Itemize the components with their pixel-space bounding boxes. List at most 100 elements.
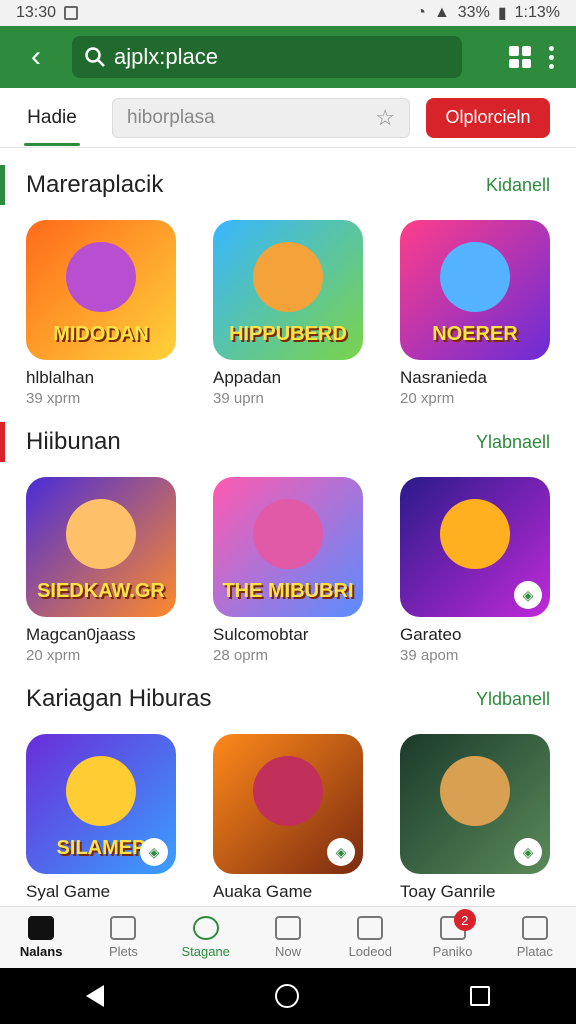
app-card[interactable]: THE MIBUBRI Sulcomobtar 28 oprm <box>213 477 363 664</box>
nav-item-5[interactable]: Paniko 2 <box>411 907 493 968</box>
primary-button[interactable]: Olplorcieln <box>426 97 550 138</box>
app-icon[interactable]: ◈ <box>400 477 550 617</box>
app-meta: 39 xprm <box>26 390 81 407</box>
character-icon <box>66 499 136 569</box>
app-icon[interactable]: SILAMEP ◈ <box>26 734 176 874</box>
nav-label: Paniko <box>432 944 473 959</box>
app-row: SILAMEP◈Syal Game22 sprm◈Auaka Game39 op… <box>26 734 550 921</box>
nav-label: Lodeod <box>348 944 392 959</box>
search-bar[interactable]: ajplx:place <box>72 36 462 78</box>
bottom-nav: Nalans Plets Stagane Now Lodeod Paniko 2 Platac <box>0 906 576 968</box>
verified-badge-icon: ◈ <box>327 838 355 866</box>
star-icon[interactable]: ☆ <box>375 105 395 131</box>
system-recents-icon[interactable] <box>470 986 491 1006</box>
status-right-clock: 1:13% <box>514 4 560 21</box>
section-header: Mareraplacik Kidanell <box>0 150 550 220</box>
app-icon[interactable]: SIEDKAW.GR <box>26 477 176 617</box>
app-meta: 20 xprm <box>400 390 455 407</box>
character-icon <box>440 499 510 569</box>
section-header: Kariagan Hiburas Yldbanell <box>26 664 550 734</box>
section-accent <box>0 422 5 462</box>
app-icon[interactable]: ◈ <box>213 734 363 874</box>
app-icon-title: SIEDKAW.GR <box>37 580 165 602</box>
section-see-all-link[interactable]: Kidanell <box>486 175 550 196</box>
system-back-icon[interactable] <box>85 985 104 1007</box>
notification-icon <box>64 6 79 20</box>
section-title: Mareraplacik <box>26 171 164 198</box>
app-icon-title: MIDODAN <box>53 323 149 345</box>
app-name: Auaka Game <box>213 882 313 901</box>
signal-icon: ▲ <box>433 4 450 21</box>
app-icon[interactable]: NOERER <box>400 220 550 360</box>
section-0: Mareraplacik Kidanell MIDODAN hlblalhan 39 x… <box>0 150 576 407</box>
app-row: MIDODAN hlblalhan 39 xprm HIPPUBERD Appadan 3… <box>26 220 550 407</box>
nav-label: Plets <box>108 944 138 959</box>
nav-label: Platac <box>516 944 553 959</box>
app-card[interactable]: ◈Auaka Game39 oprm <box>213 734 363 921</box>
section-title: Kariagan Hiburas <box>26 685 212 712</box>
verified-badge-icon: ◈ <box>514 838 542 866</box>
app-name: Appadan <box>213 368 282 387</box>
list-icon <box>110 916 137 940</box>
nav-item-4[interactable]: Lodeod <box>329 907 411 968</box>
app-card[interactable]: SIEDKAW.GR Magcan0jaass 20 xprm <box>26 477 176 664</box>
app-icon[interactable]: ◈ <box>400 734 550 874</box>
app-card[interactable]: ◈ Garateo 39 apom <box>400 477 550 664</box>
nav-item-3[interactable]: Now <box>247 907 329 968</box>
app-meta: 20 xprm <box>26 647 81 664</box>
wifi-icon: ◔ <box>416 4 426 21</box>
filter-bar: Hadie hiborplasa ☆ Olplorcieln <box>0 88 576 148</box>
app-card[interactable]: NOERER Nasranieda 20 xprm <box>400 220 550 407</box>
nav-label: Now <box>274 944 301 959</box>
app-card[interactable]: SILAMEP◈Syal Game22 sprm <box>26 734 176 921</box>
app-name: Magcan0jaass <box>26 625 136 644</box>
section-accent <box>0 165 5 205</box>
nav-item-1[interactable]: Plets <box>82 907 164 968</box>
tab-hadie[interactable]: Hadie <box>12 88 92 148</box>
character-icon <box>66 756 136 826</box>
battery-percent: 33% <box>457 4 490 21</box>
section-1: Hiibunan Ylabnaell SIEDKAW.GR Magcan0jaass 2… <box>0 407 576 664</box>
search-text: ajplx:place <box>114 44 218 69</box>
app-row: SIEDKAW.GR Magcan0jaass 20 xprm THE MIBUBRI… <box>26 477 550 664</box>
now-icon <box>274 916 301 940</box>
nav-item-6[interactable]: Platac <box>494 907 576 968</box>
status-bar: 13:30 ◔ ▲ 33% ▮ 1:13% <box>0 0 576 26</box>
section-see-all-link[interactable]: Yldbanell <box>476 689 550 710</box>
app-name: Toay Ganrile <box>400 882 496 901</box>
app-name: Syal Game <box>26 882 111 901</box>
nav-item-0[interactable]: Nalans <box>0 907 82 968</box>
app-name: Nasranieda <box>400 368 487 387</box>
app-card[interactable]: HIPPUBERD Appadan 39 uprn <box>213 220 363 407</box>
character-icon <box>440 242 510 312</box>
back-arrow-icon[interactable]: ‹ <box>12 33 60 81</box>
app-icon[interactable]: HIPPUBERD <box>213 220 363 360</box>
content-list: Mareraplacik Kidanell MIDODAN hlblalhan 39 x… <box>0 150 576 921</box>
user-icon <box>521 916 548 940</box>
bag-icon <box>357 916 384 940</box>
app-icon[interactable]: MIDODAN <box>26 220 176 360</box>
nav-label: Stagane <box>181 944 230 959</box>
filter-input[interactable]: hiborplasa ☆ <box>112 97 410 138</box>
app-bar: ‹ ajplx:place <box>0 26 576 88</box>
battery-icon: ▮ <box>497 5 507 22</box>
nav-item-2[interactable]: Stagane <box>165 907 247 968</box>
app-icon-title: THE MIBUBRI <box>222 580 354 602</box>
app-name: hlblalhan <box>26 368 95 387</box>
app-icon[interactable]: THE MIBUBRI <box>213 477 363 617</box>
app-meta: 28 oprm <box>213 647 269 664</box>
section-2: Kariagan Hiburas Yldbanell SILAMEP ◈ Syal Ga… <box>0 664 576 921</box>
section-title: Hiibunan <box>26 428 121 455</box>
verified-badge-icon: ◈ <box>514 581 542 609</box>
section-see-all-link[interactable]: Ylabnaell <box>476 432 550 453</box>
verified-badge-icon: ◈ <box>140 838 168 866</box>
person-icon <box>192 916 219 940</box>
app-card[interactable]: MIDODAN hlblalhan 39 xprm <box>26 220 176 407</box>
app-name: Sulcomobtar <box>213 625 309 644</box>
grid-icon[interactable] <box>509 46 531 68</box>
more-icon[interactable] <box>549 45 554 69</box>
app-card[interactable]: ◈Toay Ganrile29 spom <box>400 734 550 921</box>
nav-label: Nalans <box>19 944 63 959</box>
home-icon <box>28 916 55 940</box>
system-home-icon[interactable] <box>274 984 299 1008</box>
